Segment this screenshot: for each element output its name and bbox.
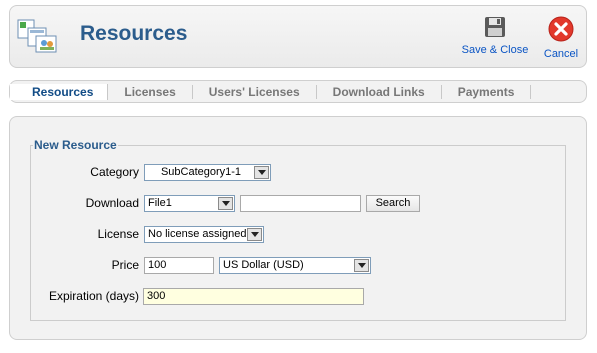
license-value: No license assigned — [148, 228, 247, 240]
chevron-down-icon — [247, 228, 262, 241]
download-path-input[interactable] — [240, 195, 361, 212]
save-close-button[interactable]: Save & Close — [460, 16, 530, 56]
tab-resources[interactable]: Resources — [10, 84, 109, 100]
tab-licenses[interactable]: Licenses — [108, 85, 193, 99]
price-label: Price — [111, 258, 139, 272]
expiration-label: Expiration (days) — [48, 289, 139, 303]
category-select[interactable]: SubCategory1-1 — [144, 164, 271, 181]
download-label: Download — [85, 196, 139, 210]
cancel-label: Cancel — [543, 48, 579, 60]
category-value: SubCategory1-1 — [160, 166, 242, 178]
search-button[interactable]: Search — [366, 195, 420, 212]
tab-payments[interactable]: Payments — [442, 85, 532, 99]
license-select[interactable]: No license assigned — [144, 226, 264, 243]
price-input[interactable]: 100 — [144, 257, 214, 274]
resources-icon — [17, 19, 57, 53]
page-title: Resources — [80, 22, 188, 45]
save-close-label: Save & Close — [461, 44, 529, 56]
chevron-down-icon — [218, 197, 233, 210]
tabs: Resources Licenses Users' Licenses Downl… — [10, 83, 532, 101]
fieldset-legend: New Resource — [34, 138, 117, 152]
download-select[interactable]: File1 — [144, 195, 235, 212]
license-label: License — [97, 227, 139, 241]
download-value: File1 — [148, 197, 172, 209]
tab-download-links[interactable]: Download Links — [317, 85, 442, 99]
cancel-x-icon — [548, 16, 574, 42]
expiration-input[interactable]: 300 — [143, 288, 364, 305]
category-label: Category — [90, 165, 139, 179]
chevron-down-icon — [254, 166, 269, 179]
currency-select[interactable]: US Dollar (USD) — [219, 257, 371, 274]
currency-value: US Dollar (USD) — [223, 259, 304, 271]
chevron-down-icon — [354, 259, 369, 272]
floppy-disk-icon — [485, 17, 505, 37]
tab-users-licenses[interactable]: Users' Licenses — [193, 85, 317, 99]
cancel-button[interactable]: Cancel — [538, 16, 584, 60]
